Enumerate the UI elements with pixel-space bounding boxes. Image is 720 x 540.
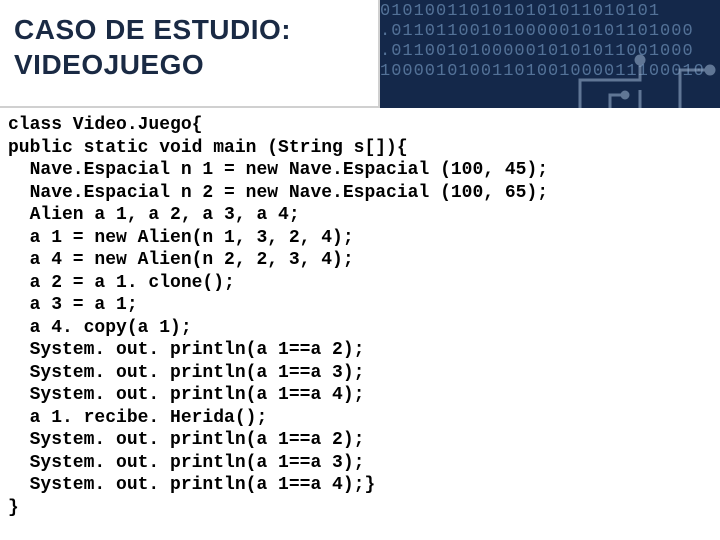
- title-line-2: VIDEOJUEGO: [14, 49, 204, 80]
- slide-header: 0101001101010101011010101 .0110110010100…: [0, 0, 720, 108]
- code-line: a 2 = a 1. clone();: [8, 273, 235, 293]
- code-line: System. out. println(a 1==a 4);}: [8, 475, 375, 495]
- code-line: class Video.Juego{: [8, 115, 202, 135]
- code-line: public static void main (String s[]){: [8, 138, 408, 158]
- binary-line: 0101001101010101011010101: [380, 2, 660, 21]
- binary-line: .011001010000010101011001000: [380, 42, 694, 61]
- code-line: a 4 = new Alien(n 2, 2, 3, 4);: [8, 250, 354, 270]
- code-line: System. out. println(a 1==a 2);: [8, 430, 364, 450]
- code-line: a 4. copy(a 1);: [8, 318, 192, 338]
- code-content: class Video.Juego{ public static void ma…: [8, 114, 712, 519]
- binary-line: 10000101001101001000011100010: [380, 62, 705, 81]
- code-line: a 1. recibe. Herida();: [8, 408, 267, 428]
- code-line: Nave.Espacial n 2 = new Nave.Espacial (1…: [8, 183, 548, 203]
- code-line: Alien a 1, a 2, a 3, a 4;: [8, 205, 300, 225]
- binary-line: .011011001010000010101101000: [380, 22, 694, 41]
- code-line: System. out. println(a 1==a 3);: [8, 453, 364, 473]
- slide-title: CASO DE ESTUDIO: VIDEOJUEGO: [14, 12, 364, 82]
- title-box: CASO DE ESTUDIO: VIDEOJUEGO: [0, 0, 380, 108]
- code-line: System. out. println(a 1==a 3);: [8, 363, 364, 383]
- code-line: }: [8, 498, 19, 518]
- title-line-1: CASO DE ESTUDIO:: [14, 14, 291, 45]
- code-line: System. out. println(a 1==a 4);: [8, 385, 364, 405]
- code-line: Nave.Espacial n 1 = new Nave.Espacial (1…: [8, 160, 548, 180]
- code-line: a 1 = new Alien(n 1, 3, 2, 4);: [8, 228, 354, 248]
- code-block: class Video.Juego{ public static void ma…: [0, 108, 720, 519]
- code-line: System. out. println(a 1==a 2);: [8, 340, 364, 360]
- code-line: a 3 = a 1;: [8, 295, 138, 315]
- header-decor: 0101001101010101011010101 .0110110010100…: [380, 0, 720, 108]
